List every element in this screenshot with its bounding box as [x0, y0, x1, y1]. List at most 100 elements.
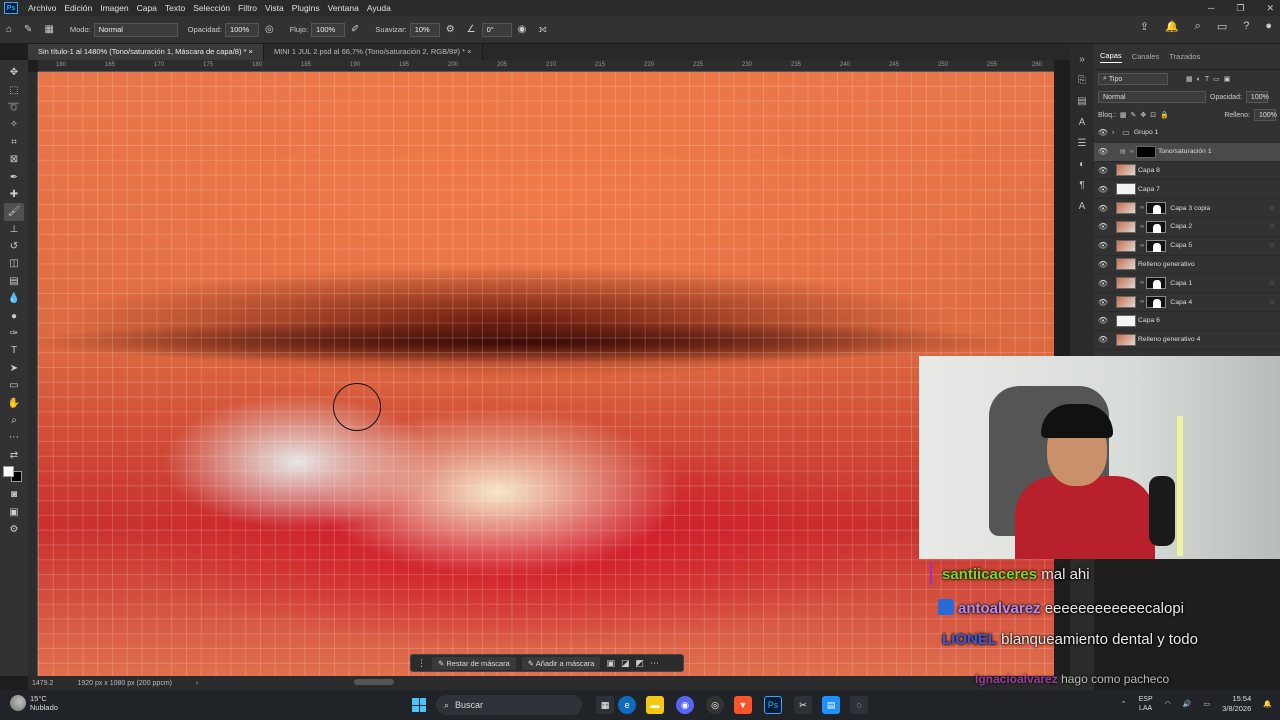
close-icon[interactable]: × — [467, 47, 471, 56]
notification-icon[interactable]: 🔔 — [1165, 20, 1179, 33]
crop-tool-icon[interactable]: ⌗ — [4, 134, 24, 151]
eye-icon[interactable]: 👁 — [1094, 260, 1112, 269]
opacity-field[interactable]: 100% — [224, 22, 259, 37]
smoothing-field[interactable]: 10% — [409, 22, 440, 37]
menu-archivo[interactable]: Archivo — [24, 3, 60, 13]
notifications-icon[interactable]: 🔔 — [1263, 700, 1272, 708]
smart-filter-icon[interactable]: ◌ — [1270, 223, 1274, 230]
foreground-color-swatch[interactable] — [2, 465, 14, 477]
eye-icon[interactable]: 👁 — [1094, 185, 1112, 194]
menu-vista[interactable]: Vista — [261, 3, 288, 13]
chevron-up-icon[interactable]: ⌃ — [1121, 700, 1127, 708]
volume-icon[interactable]: 🔊 — [1183, 700, 1192, 708]
menu-capa[interactable]: Capa — [133, 3, 161, 13]
eye-icon[interactable]: 👁 — [1094, 335, 1112, 344]
layer-mask-thumbnail[interactable] — [1135, 145, 1156, 158]
layer-thumbnail[interactable] — [1116, 296, 1136, 309]
hand-tool-icon[interactable]: ✋ — [4, 394, 24, 411]
layer-capa-4[interactable]: 👁 ∞ Capa 4 ◌ — [1094, 293, 1280, 312]
notepad-icon[interactable]: ▤ — [822, 696, 840, 714]
layer-thumbnail[interactable] — [1116, 277, 1136, 290]
layer-capa-8[interactable]: 👁 Capa 8 — [1094, 162, 1280, 181]
menu-imagen[interactable]: Imagen — [96, 3, 132, 13]
eye-icon[interactable]: 👁 — [1094, 147, 1112, 156]
lock-artboard-icon[interactable]: ⊡ — [1150, 111, 1156, 119]
chevron-right-icon[interactable]: › — [1112, 129, 1114, 136]
file-explorer-icon[interactable]: ▬ — [646, 696, 664, 714]
lock-all-icon[interactable]: 🔒 — [1160, 111, 1169, 119]
link-icon[interactable]: ∞ — [1140, 224, 1144, 230]
avatar[interactable]: ● — [1265, 20, 1272, 33]
link-icon[interactable]: ∞ — [1140, 280, 1144, 286]
chevron-right-icon[interactable]: › — [196, 680, 198, 687]
photoshop-taskbar-icon[interactable]: Ps — [764, 696, 782, 714]
tab-canales[interactable]: Canales — [1132, 52, 1160, 61]
filter-smart-icon[interactable]: ▣ — [1224, 75, 1231, 83]
pen-tool-icon[interactable]: ✑ — [4, 325, 24, 342]
eye-icon[interactable]: 👁 — [1094, 279, 1112, 288]
layer-filter-select[interactable]: ⌕ Tipo — [1098, 73, 1168, 85]
layer-thumbnail[interactable] — [1116, 239, 1136, 252]
layer-opacity-field[interactable]: 100% — [1245, 91, 1269, 103]
add-to-mask-button[interactable]: ✎ Añadir a máscara — [521, 656, 601, 670]
more-tools-icon[interactable]: ⋯ — [4, 429, 24, 446]
link-icon[interactable]: ∞ — [1140, 205, 1144, 211]
tab-capas[interactable]: Capas — [1100, 51, 1122, 63]
filter-shape-icon[interactable]: ▭ — [1213, 75, 1220, 83]
angle-field[interactable]: 0° — [481, 22, 512, 37]
layer-grupo-1[interactable]: 👁 › ▭ Grupo 1 — [1094, 124, 1280, 143]
obs-icon[interactable]: ◎ — [706, 696, 724, 714]
lock-position-icon[interactable]: ✥ — [1140, 111, 1146, 119]
link-icon[interactable]: ∞ — [1130, 149, 1134, 155]
smart-filter-icon[interactable]: ◌ — [1270, 205, 1274, 212]
layer-thumbnail[interactable] — [1116, 183, 1136, 196]
layer-mask-thumbnail[interactable] — [1146, 296, 1167, 309]
filter-type-icon[interactable]: T — [1205, 76, 1209, 83]
screen-mode-icon[interactable]: ▣ — [4, 503, 24, 520]
flow-field[interactable]: 100% — [311, 22, 346, 37]
language-indicator[interactable]: ESP LAA — [1139, 695, 1153, 713]
layer-thumbnail[interactable] — [1116, 258, 1136, 271]
layer-capa-7[interactable]: 👁 Capa 7 — [1094, 180, 1280, 200]
lock-transparency-icon[interactable]: ▦ — [1120, 111, 1127, 119]
layer-thumbnail[interactable] — [1116, 164, 1136, 177]
layer-mask-thumbnail[interactable] — [1146, 202, 1167, 215]
battery-icon[interactable]: ▭ — [1203, 700, 1210, 708]
more-options-icon[interactable]: ⋯ — [650, 658, 659, 669]
quick-mask-icon[interactable]: ◙ — [4, 486, 24, 503]
layer-capa-3-copia[interactable]: 👁 ∞ Capa 3 copia ◌ — [1094, 199, 1280, 218]
tab-sin-titulo[interactable]: Sin título-1 al 1480% (Tono/saturación 1… — [28, 44, 264, 60]
blur-tool-icon[interactable]: 💧 — [4, 290, 24, 307]
task-view-icon[interactable]: ▦ — [596, 696, 614, 714]
smart-filter-icon[interactable]: ◌ — [1270, 280, 1274, 287]
pressure-opacity-icon[interactable]: ◎ — [265, 24, 274, 35]
capcut-icon[interactable]: ✂ — [794, 696, 812, 714]
blend-mode-select[interactable]: Normal — [1098, 91, 1206, 103]
layer-mask-thumbnail[interactable] — [1146, 277, 1167, 290]
smart-filter-icon[interactable]: ◌ — [1270, 242, 1274, 249]
eyedropper-tool-icon[interactable]: ✒ — [4, 168, 24, 185]
eraser-tool-icon[interactable]: ◫ — [4, 255, 24, 272]
marquee-tool-icon[interactable]: ⬚ — [4, 81, 24, 98]
color-panel-icon[interactable]: ◐ — [1079, 159, 1085, 170]
layer-capa-1[interactable]: 👁 ∞ Capa 1 ◌ — [1094, 274, 1280, 294]
document-canvas[interactable] — [38, 72, 1054, 676]
menu-seleccion[interactable]: Selección — [189, 3, 234, 13]
history-brush-tool-icon[interactable]: ↺ — [4, 238, 24, 255]
eye-icon[interactable]: 👁 — [1094, 204, 1112, 213]
invert-mask-icon[interactable]: ◪ — [621, 658, 630, 669]
symmetry-icon[interactable]: ⟗ — [538, 24, 547, 35]
gear-icon[interactable]: ⚙ — [446, 24, 455, 35]
brave-icon[interactable]: ▼ — [734, 696, 752, 714]
horizontal-scrollbar[interactable] — [354, 679, 394, 685]
discord-icon[interactable]: ◉ — [676, 696, 694, 714]
tab-mini-jul[interactable]: MINI 1 JUL 2.psd al 66,7% (Tono/saturaci… — [263, 44, 483, 60]
close-icon[interactable]: ✕ — [1266, 0, 1274, 16]
eye-icon[interactable]: 👁 — [1094, 298, 1112, 307]
eye-icon[interactable]: 👁 — [1094, 128, 1112, 137]
layer-thumbnail[interactable] — [1116, 202, 1136, 215]
gradient-tool-icon[interactable]: ▤ — [4, 273, 24, 290]
minimize-icon[interactable]: ─ — [1208, 0, 1214, 16]
menu-filtro[interactable]: Filtro — [234, 3, 261, 13]
eye-icon[interactable]: 👁 — [1094, 316, 1112, 325]
